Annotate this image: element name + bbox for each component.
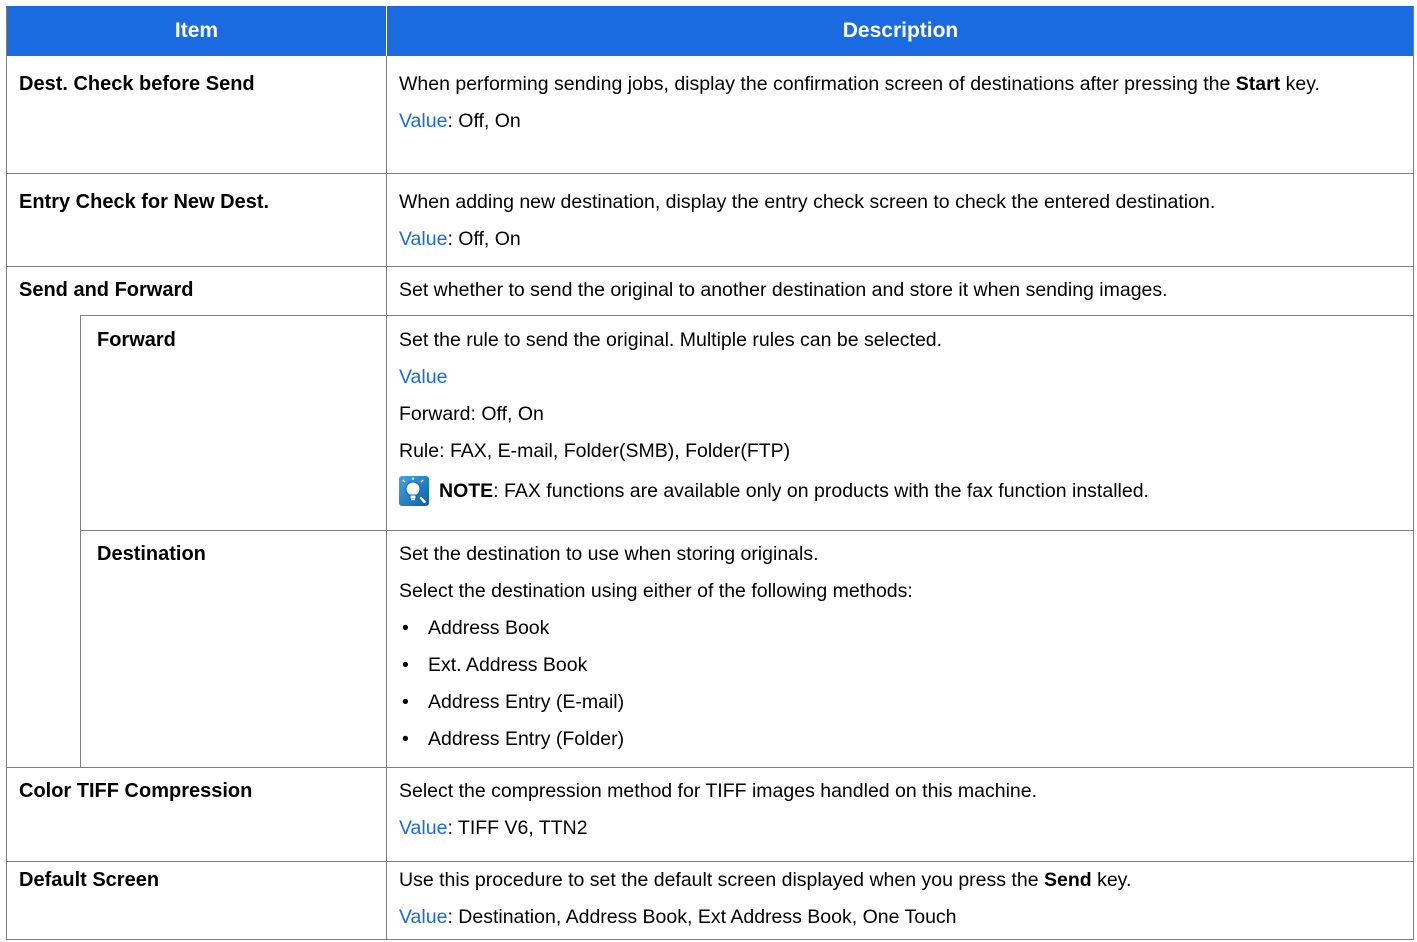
row-desc-dest-check: When performing sending jobs, display th… — [399, 72, 1399, 133]
desc-text-pre: When performing sending jobs, display th… — [399, 73, 1236, 95]
column-divider — [386, 56, 387, 939]
value-line: Value: Off, On — [399, 109, 1399, 133]
desc-text: Set the destination to use when storing … — [399, 543, 819, 565]
desc-text: Set the rule to send the original. Multi… — [399, 329, 943, 351]
forward-value-line: Forward: Off, On — [399, 403, 544, 425]
row-item-send-forward: Send and Forward — [19, 279, 194, 301]
row-divider — [7, 266, 1413, 267]
value-text: : Destination, Address Book, Ext Address… — [447, 906, 957, 928]
desc-text: Use this procedure to set the default sc… — [399, 868, 1399, 892]
value-label: Value — [399, 110, 448, 132]
table-header: Item Description — [7, 6, 1413, 56]
value-text: : Off, On — [447, 228, 521, 250]
send-key-label: Send — [1043, 869, 1092, 891]
desc-text-pre: Use this procedure to set the default sc… — [399, 869, 1044, 891]
value-label: Value — [399, 228, 448, 250]
row-desc-forward: Set the rule to send the original. Multi… — [399, 328, 1399, 506]
desc-text-post: key. — [1280, 73, 1320, 95]
settings-table: Item Description Dest. Check before Send… — [6, 6, 1414, 940]
row-divider — [7, 861, 1413, 862]
row-item-color-tiff: Color TIFF Compression — [19, 780, 253, 802]
desc-text: Set whether to send the original to anot… — [399, 279, 1168, 301]
row-desc-color-tiff: Select the compression method for TIFF i… — [399, 779, 1399, 840]
column-header-item: Item — [174, 19, 219, 42]
note-label: NOTE — [439, 480, 494, 502]
destination-method-list: Address Book Ext. Address Book Address E… — [399, 616, 1399, 751]
list-item: Address Entry (E-mail) — [399, 690, 1399, 714]
desc-text: When performing sending jobs, display th… — [399, 72, 1399, 96]
row-item-entry-check: Entry Check for New Dest. — [19, 191, 270, 213]
note-icon — [399, 476, 429, 506]
row-divider — [80, 530, 1413, 531]
desc-text: Select the compression method for TIFF i… — [399, 780, 1038, 802]
start-key-label: Start — [1235, 73, 1281, 95]
row-divider — [80, 315, 1413, 316]
rule-value-line: Rule: FAX, E-mail, Folder(SMB), Folder(F… — [399, 440, 791, 462]
column-header-description: Description — [386, 6, 1414, 56]
value-label: Value — [399, 906, 448, 928]
value-line: Value: Destination, Address Book, Ext Ad… — [399, 905, 1399, 929]
row-item-destination: Destination — [97, 543, 206, 565]
value-text: : TIFF V6, TTN2 — [447, 817, 588, 839]
list-item: Address Entry (Folder) — [399, 727, 1399, 751]
note-text: : FAX functions are available only on pr… — [493, 480, 1149, 502]
note: NOTE: FAX functions are available only o… — [399, 476, 1399, 506]
row-divider — [7, 767, 1413, 768]
note-content: NOTE: FAX functions are available only o… — [439, 479, 1149, 503]
row-desc-destination: Set the destination to use when storing … — [399, 542, 1399, 751]
value-line: Value: TIFF V6, TTN2 — [399, 816, 1399, 840]
value-label: Value — [399, 817, 448, 839]
desc-text: When adding new destination, display the… — [399, 191, 1216, 213]
desc-text: Select the destination using either of t… — [399, 580, 913, 602]
row-desc-send-forward: Set whether to send the original to anot… — [399, 278, 1399, 302]
row-item-default-screen: Default Screen — [19, 869, 160, 891]
value-text: : Off, On — [447, 110, 521, 132]
value-line: Value: Off, On — [399, 227, 1399, 251]
row-desc-entry-check: When adding new destination, display the… — [399, 190, 1399, 251]
desc-text-post: key. — [1091, 869, 1132, 891]
row-item-forward: Forward — [97, 329, 176, 351]
subitem-indent-divider — [80, 315, 81, 767]
row-item-dest-check: Dest. Check before Send — [19, 73, 255, 95]
row-divider — [7, 173, 1413, 174]
row-desc-default-screen: Use this procedure to set the default sc… — [399, 868, 1399, 929]
list-item: Address Book — [399, 616, 1399, 640]
list-item: Ext. Address Book — [399, 653, 1399, 677]
value-label: Value — [399, 366, 448, 388]
